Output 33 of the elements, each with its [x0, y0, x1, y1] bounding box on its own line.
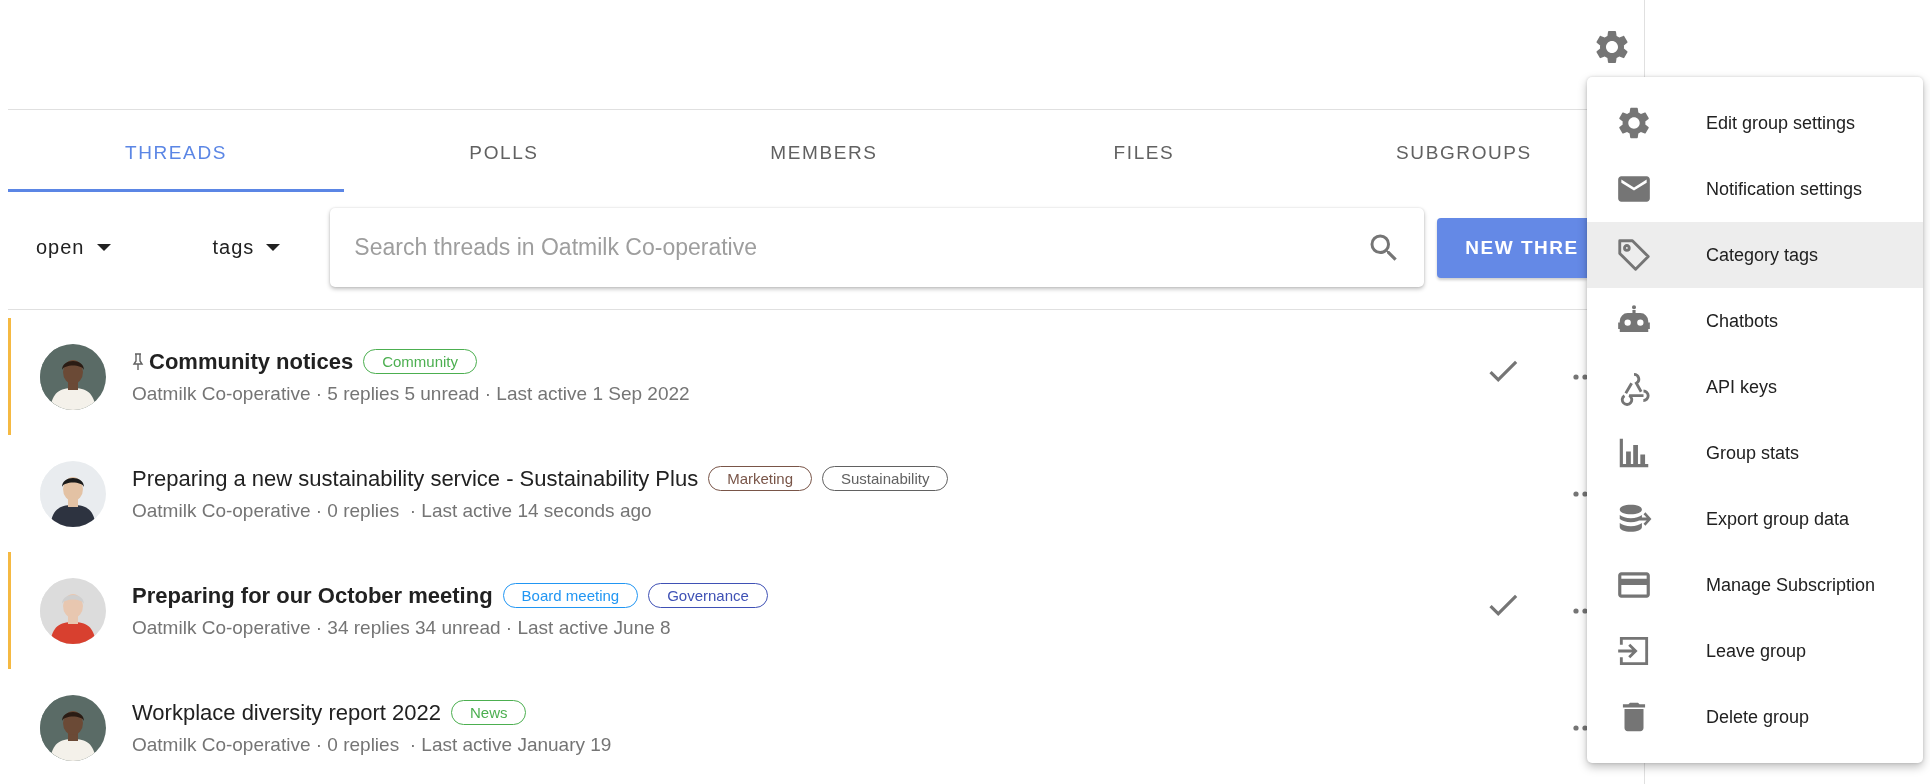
menu-item[interactable]: API keys [1587, 354, 1923, 420]
menu-item[interactable]: Chatbots [1587, 288, 1923, 354]
thread-title[interactable]: Workplace diversity report 2022 [132, 699, 441, 726]
thread-meta: Oatmilk Co-operative · 0 replies · Last active January 19 [132, 733, 613, 756]
search-field[interactable]: Search threads in Oatmilk Co-operative [352, 216, 1367, 279]
menu-item[interactable]: Leave group [1587, 618, 1923, 684]
caret-icon [266, 244, 281, 251]
caret-icon [96, 244, 111, 251]
more-icon[interactable] [1573, 374, 1590, 380]
menu-item[interactable]: Manage Subscription [1587, 552, 1923, 618]
tab[interactable]: POLLS [344, 114, 664, 192]
filter-dropdown[interactable]: tags [184, 228, 309, 267]
tab[interactable]: FILES [984, 114, 1304, 192]
menu-item[interactable]: Export group data [1587, 486, 1923, 552]
settings-icon[interactable] [1596, 30, 1628, 64]
thread-title[interactable]: Preparing a new sustainability service - Sustainability Plus [132, 465, 699, 492]
tab[interactable]: MEMBERS [664, 114, 984, 192]
tag-icon [1615, 236, 1653, 274]
menu-item[interactable]: Edit group settings [1587, 90, 1923, 156]
more-icon[interactable] [1573, 491, 1590, 497]
thread-title[interactable]: Preparing for our October meeting [132, 582, 493, 609]
menu-item[interactable]: Delete group [1587, 684, 1923, 750]
thread-title[interactable]: Community notices [132, 348, 354, 375]
tab[interactable]: THREADS [8, 114, 344, 192]
filter-dropdown[interactable]: open [8, 228, 139, 267]
thread-meta: Oatmilk Co-operative · 5 replies 5 unread · Last active 1 Sep 2022 [132, 382, 691, 405]
more-icon[interactable] [1573, 608, 1590, 614]
menu-item[interactable]: Group stats [1587, 420, 1923, 486]
menu-item[interactable]: Notification settings [1587, 156, 1923, 222]
more-icon[interactable] [1573, 725, 1590, 731]
thread-meta: Oatmilk Co-operative · 34 replies 34 unread · Last active June 8 [132, 616, 672, 639]
menu-item[interactable]: Category tags [1587, 222, 1923, 288]
thread-meta: Oatmilk Co-operative · 0 replies · Last active 14 seconds ago [132, 499, 653, 522]
